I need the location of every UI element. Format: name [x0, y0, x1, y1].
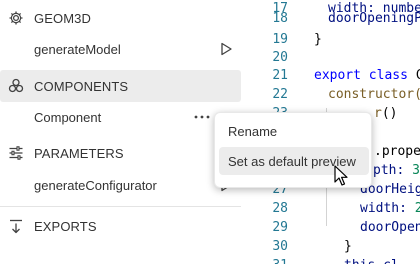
- keyword-token: export: [314, 68, 361, 83]
- export-icon: [10, 219, 22, 234]
- line-number: 18: [272, 11, 288, 26]
- code-token: r: [374, 106, 382, 121]
- settings-gear-icon: [9, 11, 23, 25]
- code-token: C: [415, 68, 420, 83]
- section-divider: [0, 206, 241, 207]
- tree-item-generate-configurator[interactable]: generateConfigurator: [0, 169, 241, 201]
- code-token: width:: [360, 201, 415, 216]
- play-icon[interactable]: [219, 42, 233, 56]
- more-actions-icon[interactable]: [192, 110, 212, 124]
- tree-item-label: generateConfigurator: [34, 178, 157, 193]
- keyword-token: class: [360, 68, 408, 83]
- tree-item-label: generateModel: [34, 42, 121, 57]
- component-cluster-icon: [8, 78, 24, 93]
- section-label: COMPONENTS: [34, 79, 129, 94]
- tree-item-label: Component: [34, 110, 102, 125]
- section-label: PARAMETERS: [34, 146, 124, 161]
- number-token: 3: [412, 163, 420, 178]
- section-exports[interactable]: EXPORTS: [0, 210, 241, 242]
- menu-item-rename[interactable]: Rename: [219, 117, 369, 145]
- code-line: doorOpen: [360, 220, 420, 235]
- section-label: EXPORTS: [34, 219, 97, 234]
- code-line: this.cl: [344, 255, 399, 264]
- section-components[interactable]: COMPONENTS: [0, 70, 241, 102]
- tree-item-component[interactable]: Component: [0, 101, 241, 133]
- mouse-pointer-icon: [334, 165, 348, 186]
- tree-item-generate-model[interactable]: generateModel: [0, 33, 241, 65]
- code-line: doorOpeningP: [328, 11, 420, 26]
- code-token: (): [381, 106, 398, 121]
- code-line: r(): [374, 103, 397, 125]
- code-token: pth:: [373, 163, 413, 178]
- section-label: GEOM3D: [34, 11, 91, 26]
- section-parameters[interactable]: PARAMETERS: [0, 137, 241, 169]
- sliders-icon: [9, 146, 23, 160]
- explorer-sidebar: GEOM3D generateModel COMPONENTS Componen…: [0, 0, 246, 264]
- section-geom3d[interactable]: GEOM3D: [0, 2, 241, 34]
- code-line: }: [314, 32, 322, 47]
- line-number: 31: [246, 255, 288, 264]
- number-token: 2: [414, 201, 420, 216]
- menu-item-label: Rename: [228, 124, 278, 139]
